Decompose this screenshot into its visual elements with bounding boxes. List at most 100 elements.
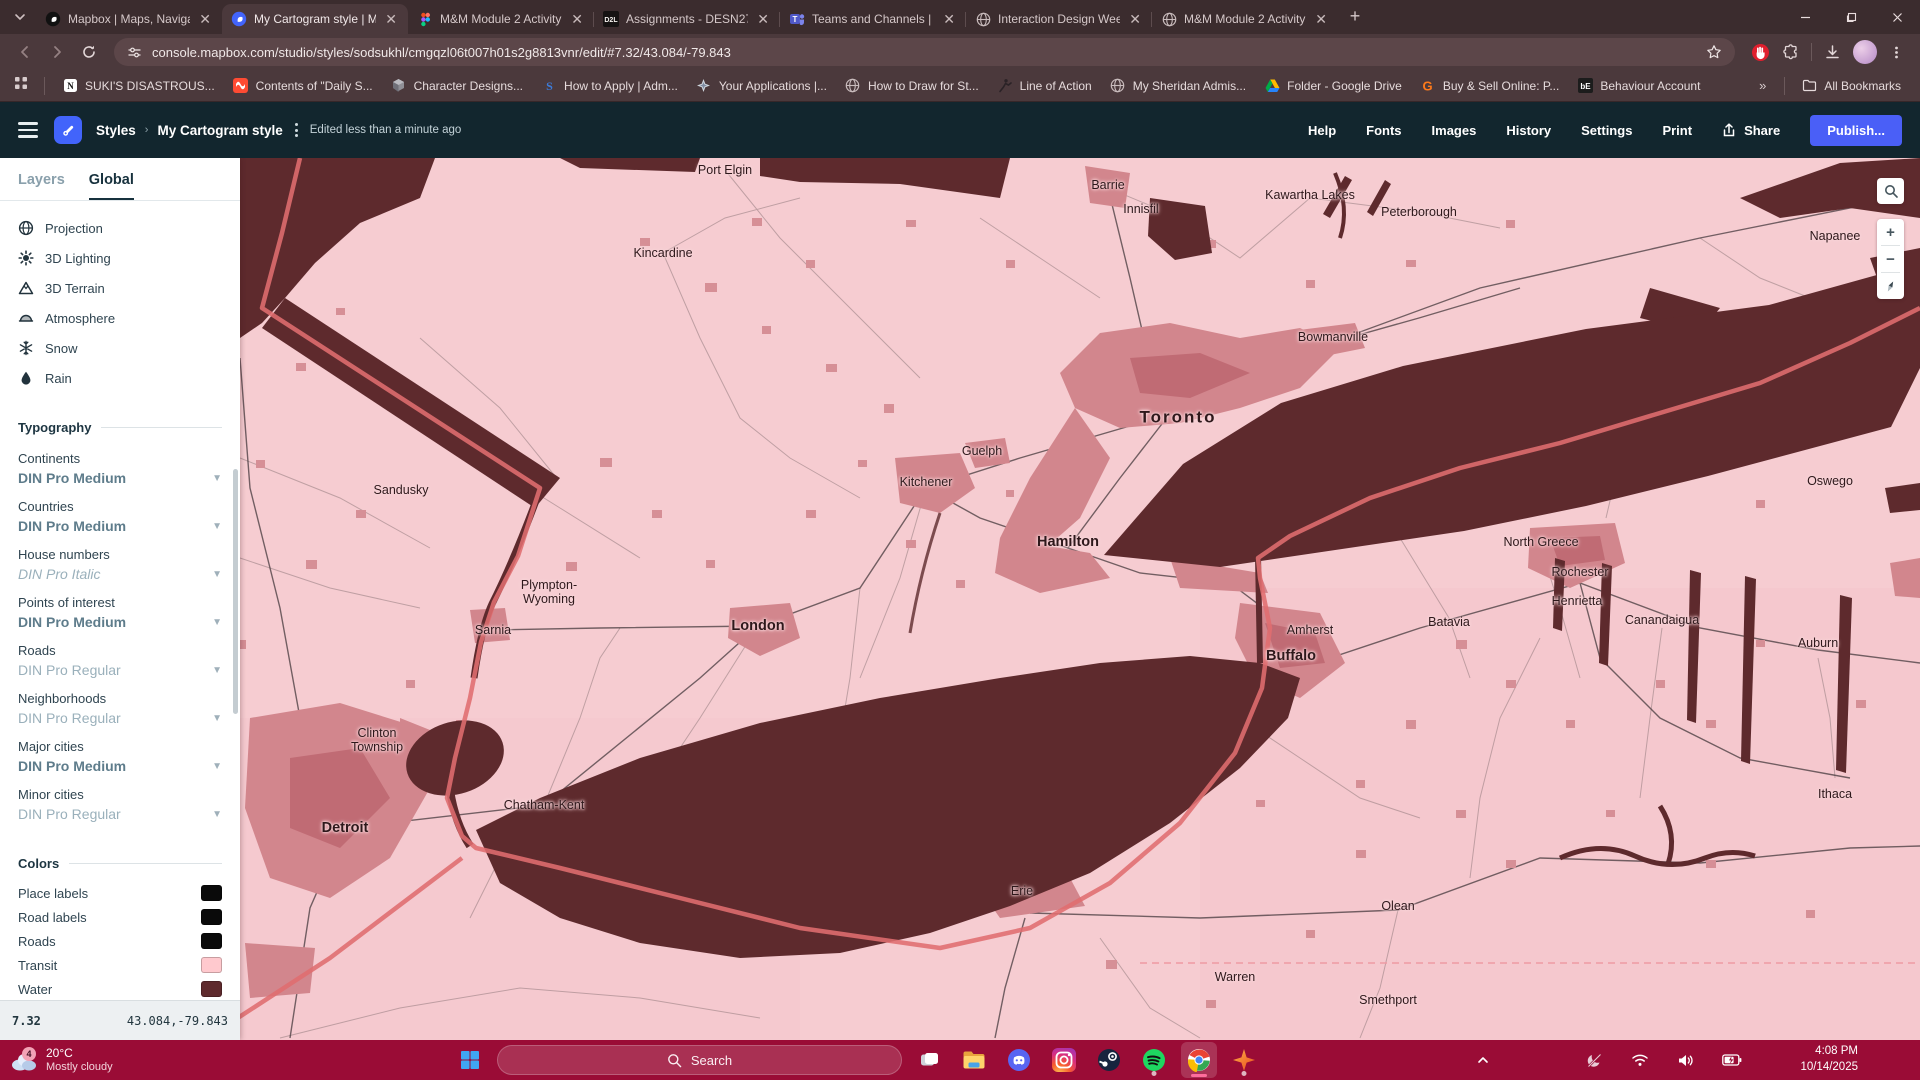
tray-chevron-button[interactable] (1476, 1040, 1490, 1080)
bookmark-item[interactable]: SHow to Apply | Adm... (532, 74, 687, 98)
back-button[interactable] (10, 37, 40, 67)
tab-close-icon[interactable]: ✕ (755, 12, 771, 26)
bookmark-item[interactable]: Line of Action (988, 74, 1101, 98)
browser-tab[interactable]: D2LAssignments - DESN27425 Inte✕ (594, 4, 780, 34)
extensions-puzzle-icon[interactable] (1782, 44, 1799, 61)
chrome-taskbar-icon[interactable] (1181, 1042, 1217, 1078)
browser-tab[interactable]: Mapbox | Maps, Navigation, Se✕ (36, 4, 222, 34)
address-bar[interactable]: console.mapbox.com/studio/styles/sodsukh… (114, 38, 1735, 66)
color-swatch[interactable] (201, 957, 222, 973)
browser-tab[interactable]: TTeams and Channels | General |✕ (780, 4, 966, 34)
global-item-snow[interactable]: Snow (0, 333, 240, 363)
tab-search-button[interactable] (7, 4, 33, 30)
apps-grid-icon[interactable] (10, 74, 32, 97)
browser-menu-icon[interactable] (1889, 45, 1904, 60)
search-icon[interactable] (1877, 178, 1904, 204)
sidebar-tab-layers[interactable]: Layers (18, 172, 65, 200)
global-item-atmosphere[interactable]: Atmosphere (0, 303, 240, 333)
share-button[interactable]: Share (1722, 123, 1780, 138)
bookmark-item[interactable]: NSUKI'S DISASTROUS... (53, 74, 224, 98)
font-select[interactable]: DIN Pro Regular▼ (18, 662, 222, 678)
studio-menu-help[interactable]: Help (1308, 123, 1336, 138)
sidebar-scrollbar[interactable] (233, 469, 238, 714)
studio-menu-settings[interactable]: Settings (1581, 123, 1632, 138)
font-select[interactable]: DIN Pro Medium▼ (18, 758, 222, 774)
bookmark-item[interactable]: My Sheridan Admis... (1101, 74, 1255, 98)
global-item-projection[interactable]: Projection (0, 213, 240, 243)
font-select[interactable]: DIN Pro Regular▼ (18, 710, 222, 726)
studio-menu-print[interactable]: Print (1662, 123, 1692, 138)
volume-icon[interactable] (1677, 1053, 1694, 1068)
color-swatch[interactable] (201, 933, 222, 949)
browser-tab[interactable]: Interaction Design Week 6 nm✕ (966, 4, 1152, 34)
taskview-taskbar-icon[interactable] (911, 1042, 947, 1078)
publish-button[interactable]: Publish... (1810, 115, 1902, 146)
downloads-icon[interactable] (1824, 44, 1841, 61)
bookmark-item[interactable]: Character Designs... (382, 74, 532, 98)
tab-close-icon[interactable]: ✕ (1313, 12, 1329, 26)
steam-taskbar-icon[interactable] (1091, 1042, 1127, 1078)
color-swatch[interactable] (201, 909, 222, 925)
night-mode-icon[interactable] (1586, 1052, 1603, 1069)
bookmark-item[interactable]: GBuy & Sell Online: P... (1411, 74, 1569, 98)
bookmarks-overflow-button[interactable]: » (1749, 78, 1776, 93)
weather-widget[interactable]: 4 20°C Mostly cloudy (8, 1040, 113, 1080)
wifi-icon[interactable] (1631, 1053, 1649, 1067)
tab-close-icon[interactable]: ✕ (197, 12, 213, 26)
all-bookmarks-button[interactable]: All Bookmarks (1793, 74, 1910, 97)
new-tab-button[interactable]: + (1342, 3, 1368, 29)
battery-icon[interactable] (1722, 1054, 1742, 1066)
map-search-control[interactable] (1877, 178, 1904, 204)
breadcrumb-styles[interactable]: Styles (96, 123, 136, 138)
bookmark-item[interactable]: Folder - Google Drive (1255, 74, 1411, 98)
url-text[interactable]: console.mapbox.com/studio/styles/sodsukh… (152, 45, 1696, 60)
color-swatch[interactable] (201, 885, 222, 901)
compass-button[interactable] (1877, 273, 1904, 299)
bookmark-item[interactable]: bEBehaviour Account (1568, 74, 1709, 98)
global-item-3d-terrain[interactable]: 3D Terrain (0, 273, 240, 303)
browser-tab[interactable]: M&M Module 2 Activity 1 Map✕ (408, 4, 594, 34)
adblock-extension-icon[interactable] (1751, 43, 1770, 62)
tab-close-icon[interactable]: ✕ (383, 12, 399, 26)
tab-close-icon[interactable]: ✕ (569, 12, 585, 26)
style-options-kebab-icon[interactable] (295, 123, 298, 137)
studio-menu-history[interactable]: History (1506, 123, 1551, 138)
sidebar-tab-global[interactable]: Global (89, 172, 134, 200)
studio-menu-fonts[interactable]: Fonts (1366, 123, 1401, 138)
color-swatch[interactable] (201, 981, 222, 997)
tab-close-icon[interactable]: ✕ (941, 12, 957, 26)
window-minimize-button[interactable] (1782, 0, 1828, 34)
bookmark-star-icon[interactable] (1706, 44, 1722, 60)
site-settings-icon[interactable] (127, 45, 142, 60)
bookmark-item[interactable]: Contents of "Daily S... (224, 74, 382, 98)
flare-taskbar-icon[interactable] (1226, 1042, 1262, 1078)
bookmark-item[interactable]: Your Applications |... (687, 74, 836, 98)
global-item-3d-lighting[interactable]: 3D Lighting (0, 243, 240, 273)
studio-menu-images[interactable]: Images (1432, 123, 1477, 138)
explorer-taskbar-icon[interactable] (956, 1042, 992, 1078)
font-select[interactable]: DIN Pro Regular▼ (18, 806, 222, 822)
bookmark-item[interactable]: How to Draw for St... (836, 74, 988, 98)
font-select[interactable]: DIN Pro Medium▼ (18, 518, 222, 534)
spotify-taskbar-icon[interactable] (1136, 1042, 1172, 1078)
tab-close-icon[interactable]: ✕ (1127, 12, 1143, 26)
font-select[interactable]: DIN Pro Italic▼ (18, 566, 222, 582)
global-item-rain[interactable]: Rain (0, 363, 240, 393)
profile-avatar[interactable] (1853, 40, 1877, 64)
window-maximize-button[interactable] (1828, 0, 1874, 34)
map-canvas[interactable]: Port ElginKincardineBarrieInnisfilKawart… (0, 158, 1920, 1040)
reload-button[interactable] (74, 37, 104, 67)
breadcrumb-style-name[interactable]: My Cartogram style (157, 123, 282, 138)
browser-tab[interactable]: M&M Module 2 Activity 1 Map✕ (1152, 4, 1338, 34)
start-button[interactable] (452, 1042, 488, 1078)
mapbox-logo[interactable] (54, 116, 82, 144)
instagram-taskbar-icon[interactable] (1046, 1042, 1082, 1078)
forward-button[interactable] (42, 37, 72, 67)
taskbar-search[interactable]: Search (497, 1045, 902, 1075)
window-close-button[interactable] (1874, 0, 1920, 34)
browser-tab[interactable]: My Cartogram style | Mapbox✕ (222, 4, 408, 34)
studio-menu-icon[interactable] (18, 122, 38, 138)
taskbar-clock[interactable]: 4:08 PM 10/14/2025 (1800, 1040, 1858, 1080)
font-select[interactable]: DIN Pro Medium▼ (18, 614, 222, 630)
discord-taskbar-icon[interactable] (1001, 1042, 1037, 1078)
